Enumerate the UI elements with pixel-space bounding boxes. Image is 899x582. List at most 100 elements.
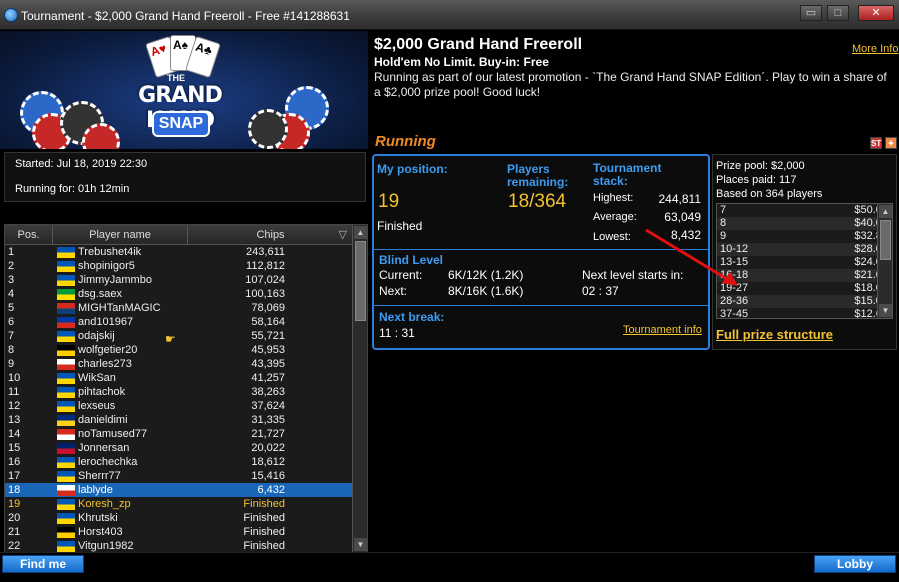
header-chips[interactable]: Chips ▽ [188,225,353,245]
table-row[interactable]: 9 charles273 43,395 [5,357,353,371]
row-chips: 6,432 [257,484,285,496]
scroll-down-icon[interactable]: ▼ [879,304,892,317]
scroll-thumb[interactable] [355,241,366,321]
table-row[interactable]: 13 danieldimi 31,335 [5,413,353,427]
row-chips: 37,624 [251,400,285,412]
row-pos: 4 [8,288,15,300]
close-button[interactable]: ✕ [858,5,894,21]
players-table[interactable]: Pos. Player name Chips ▽ 1 Trebushet4ik 24… [4,224,368,553]
tournament-info-link[interactable]: Tournament info [623,324,702,336]
flag-icon [57,247,75,258]
prize-row: 8 $40.00 [717,217,892,230]
hand-cursor-icon: ☛ [165,332,176,346]
started-panel: Started: Jul 18, 2019 22:30 Running for:… [4,152,366,202]
table-row[interactable]: 21 Horst403 Finished [5,525,353,539]
row-chips: 20,022 [251,442,285,454]
full-prize-structure-link[interactable]: Full prize structure [716,327,833,342]
header-player-name[interactable]: Player name [53,225,188,245]
prize-row: 28-36 $15.00 [717,295,892,308]
table-row[interactable]: 20 Khrutski Finished [5,511,353,525]
row-pos: 9 [8,358,15,370]
highest-label: Highest: [593,192,634,204]
divider [374,249,708,250]
table-row[interactable]: 18 lablyde 6,432 [5,483,353,497]
table-row[interactable]: 14 noTamused77 21,727 [5,427,353,441]
prize-row: 37-45 $12.60 [717,308,892,319]
scroll-up-icon[interactable]: ▲ [354,226,367,239]
find-me-button[interactable]: Find me [2,555,84,573]
my-position-value: 19 [378,191,400,212]
table-header: Pos. Player name Chips ▽ [5,225,353,245]
prize-table[interactable]: 7 $50.00 8 $40.00 9 $32.80 10-12 $28.00 13-15 $24… [716,203,893,319]
table-row[interactable]: 4 dsg.saex 100,163 [5,287,353,301]
tournament-stack-label: Tournament stack: [593,161,662,188]
row-chips: 78,069 [251,302,285,314]
table-scrollbar[interactable]: ▲ ▼ [352,225,367,552]
flag-icon [57,443,75,454]
flag-icon [57,471,75,482]
average-label: Average: [593,211,637,223]
star-icon[interactable]: ✦ [885,137,897,149]
prize-row: 19-27 $18.00 [717,282,892,295]
table-row[interactable]: 2 shopinigor5 112,812 [5,259,353,273]
current-value: 6K/12K (1.2K) [448,268,524,282]
sort-icon[interactable]: ▽ [339,225,347,245]
table-rows: 1 Trebushet4ik 243,611 2 shopinigor5 112,812 3… [5,245,353,553]
prize-place: 37-45 [720,308,749,319]
places-paid: Places paid: 117 [716,174,797,186]
table-row[interactable]: 6 and101967 58,164 [5,315,353,329]
prize-place: 8 [720,217,727,229]
prize-panel: Prize pool: $2,000 Places paid: 117 Base… [712,154,897,350]
next-level-value: 02 : 37 [582,284,619,298]
row-pos: 2 [8,260,15,272]
flag-icon [57,457,75,468]
scroll-thumb[interactable] [880,220,891,260]
more-info-link[interactable]: More Info [852,43,898,55]
table-row[interactable]: 8 wolfgetier20 45,953 [5,343,353,357]
table-row[interactable]: 22 Vitgun1982 Finished [5,539,353,553]
my-position-label: My position: [377,162,448,176]
table-row[interactable]: 12 lexseus 37,624 [5,399,353,413]
row-pos: 16 [8,456,21,468]
table-row[interactable]: 7 odajskij 55,721 [5,329,353,343]
highest-value: 244,811 [658,192,702,206]
table-row[interactable]: 10 WikSan 41,257 [5,371,353,385]
tournament-description: Running as part of our latest promotion … [374,70,894,100]
table-row[interactable]: 1 Trebushet4ik 243,611 [5,245,353,259]
st-icon[interactable]: ST [870,137,882,149]
row-pos: 8 [8,344,15,356]
logo-the: THE [167,73,185,83]
title-bar[interactable]: Tournament - $2,000 Grand Hand Freeroll … [0,0,899,30]
table-row[interactable]: 19 Koresh_zp Finished [5,497,353,511]
table-row[interactable]: 11 pihtachok 38,263 [5,385,353,399]
header-pos[interactable]: Pos. [5,225,53,245]
row-chips: 31,335 [251,414,285,426]
row-pos: 5 [8,302,15,314]
tournament-subtitle: Hold'em No Limit. Buy-in: Free [374,55,549,69]
flag-icon [57,499,75,510]
row-chips: 38,263 [251,386,285,398]
prize-scrollbar[interactable]: ▲ ▼ [877,204,892,318]
row-pos: 22 [8,540,21,552]
row-pos: 3 [8,274,15,286]
scroll-up-icon[interactable]: ▲ [879,205,892,218]
row-chips: 58,164 [251,316,285,328]
maximize-button[interactable]: □ [827,5,849,21]
players-remaining-label: Players remaining: [507,162,569,189]
next-value: 8K/16K (1.6K) [448,284,524,298]
row-chips: 18,612 [251,456,285,468]
flag-icon [57,289,75,300]
prize-row: 10-12 $28.00 [717,243,892,256]
table-row[interactable]: 5 MIGHTanMAGIC 78,069 [5,301,353,315]
flag-icon [57,513,75,524]
lobby-button[interactable]: Lobby [814,555,896,573]
minimize-button[interactable]: ▭ [800,5,822,21]
row-pos: 1 [8,246,15,258]
row-chips: 112,812 [246,260,285,272]
table-row[interactable]: 16 lerochechka 18,612 [5,455,353,469]
description-line-2: a $2,000 prize pool! Good luck! [374,85,541,99]
scroll-down-icon[interactable]: ▼ [354,538,367,551]
table-row[interactable]: 3 JimmyJammbo 107,024 [5,273,353,287]
table-row[interactable]: 17 Sherrr77 15,416 [5,469,353,483]
table-row[interactable]: 15 Jonnersan 20,022 [5,441,353,455]
